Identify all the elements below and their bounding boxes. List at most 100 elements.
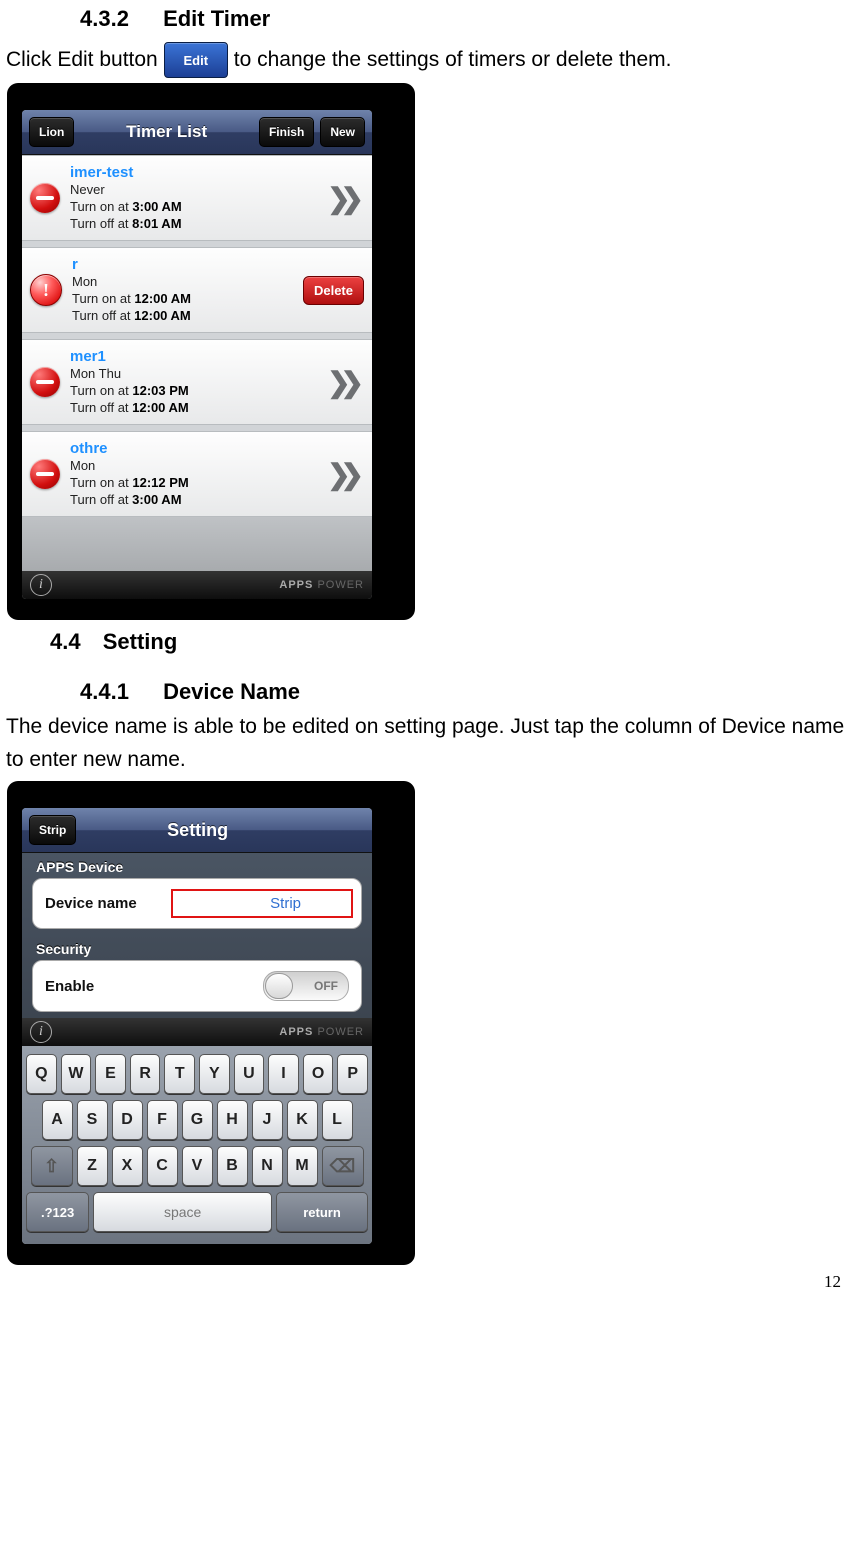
timer-repeat: Mon Thu <box>70 366 327 383</box>
minus-icon[interactable] <box>30 367 60 397</box>
key-x[interactable]: X <box>112 1146 143 1186</box>
alert-icon[interactable]: ! <box>30 274 62 306</box>
finish-button[interactable]: Finish <box>259 117 314 147</box>
timer-row-body: mer1Mon ThuTurn on at 12:03 PMTurn off a… <box>70 347 327 417</box>
keyboard: QWERTYUIOP ASDFGHJKL ⇧ ZXCVBNM ⌫ .?123 s… <box>22 1046 372 1244</box>
key-q[interactable]: Q <box>26 1054 57 1094</box>
shift-key[interactable]: ⇧ <box>31 1146 73 1186</box>
info-icon[interactable]: i <box>30 574 52 596</box>
brand-label: APPS POWER <box>279 579 364 591</box>
heading-title: Device Name <box>163 679 300 704</box>
timer-repeat: Never <box>70 182 327 199</box>
key-i[interactable]: I <box>268 1054 299 1094</box>
timer-off: Turn off at 12:00 AM <box>70 400 327 417</box>
key-w[interactable]: W <box>61 1054 92 1094</box>
timer-row[interactable]: ! rMonTurn on at 12:00 AMTurn off at 12:0… <box>22 247 372 333</box>
enable-toggle[interactable]: OFF <box>263 971 349 1001</box>
timer-row[interactable]: othreMonTurn on at 12:12 PMTurn off at 3… <box>22 431 372 517</box>
key-s[interactable]: S <box>77 1100 108 1140</box>
timer-row[interactable]: imer-testNeverTurn on at 3:00 AMTurn off… <box>22 155 372 241</box>
device-name-label: Device name <box>45 895 137 912</box>
chevron-right-icon[interactable]: ❯❯ <box>327 182 364 215</box>
nav-title: Timer List <box>74 122 259 142</box>
space-key[interactable]: space <box>93 1192 272 1232</box>
timer-on: Turn on at 12:00 AM <box>72 291 303 308</box>
minus-icon[interactable] <box>30 459 60 489</box>
key-j[interactable]: J <box>252 1100 283 1140</box>
backspace-key[interactable]: ⌫ <box>322 1146 364 1186</box>
enable-cell: Enable OFF <box>33 961 361 1011</box>
setting-body: APPS Device Device name Strip Security E… <box>22 853 372 1046</box>
back-button[interactable]: Strip <box>29 815 76 845</box>
timer-off: Turn off at 12:00 AM <box>72 308 303 325</box>
delete-button[interactable]: Delete <box>303 276 364 305</box>
info-icon[interactable]: i <box>30 1021 52 1043</box>
device-name-highlight: Strip <box>171 889 353 918</box>
key-r[interactable]: R <box>130 1054 161 1094</box>
numbers-key[interactable]: .?123 <box>26 1192 89 1232</box>
key-g[interactable]: G <box>182 1100 213 1140</box>
brand-label: APPS POWER <box>279 1026 364 1038</box>
device-name-value: Strip <box>270 895 301 912</box>
key-u[interactable]: U <box>234 1054 265 1094</box>
footer-bar: i APPS POWER <box>22 1018 372 1046</box>
security-cell-group: Enable OFF <box>32 960 362 1012</box>
key-m[interactable]: M <box>287 1146 318 1186</box>
timer-list: imer-testNeverTurn on at 3:00 AMTurn off… <box>22 155 372 517</box>
brand-b: POWER <box>317 579 364 591</box>
key-k[interactable]: K <box>287 1100 318 1140</box>
chevron-right-icon[interactable]: ❯❯ <box>327 366 364 399</box>
timer-off: Turn off at 8:01 AM <box>70 216 327 233</box>
heading-4-4-1: 4.4.1 Device Name <box>80 679 859 705</box>
back-button[interactable]: Lion <box>29 117 74 147</box>
key-h[interactable]: H <box>217 1100 248 1140</box>
key-z[interactable]: Z <box>77 1146 108 1186</box>
key-y[interactable]: Y <box>199 1054 230 1094</box>
device-name-paragraph: The device name is able to be edited on … <box>6 711 859 776</box>
keyboard-row-1: QWERTYUIOP <box>26 1054 368 1094</box>
key-t[interactable]: T <box>164 1054 195 1094</box>
footer-bar: i APPS POWER <box>22 571 372 599</box>
key-d[interactable]: D <box>112 1100 143 1140</box>
section-security: Security <box>22 935 372 960</box>
heading-number: 4.3.2 <box>80 6 129 31</box>
heading-4-4: 4.4 Setting <box>50 629 859 655</box>
brand-b: POWER <box>317 1026 364 1038</box>
key-l[interactable]: L <box>322 1100 353 1140</box>
key-c[interactable]: C <box>147 1146 178 1186</box>
timer-row-body: rMonTurn on at 12:00 AMTurn off at 12:00… <box>72 255 303 325</box>
keyboard-row-4: .?123 space return <box>26 1192 368 1232</box>
phone-frame-timer-list: Lion Timer List Finish New imer-testNeve… <box>8 84 414 619</box>
key-a[interactable]: A <box>42 1100 73 1140</box>
navbar: Lion Timer List Finish New <box>22 110 372 155</box>
return-key[interactable]: return <box>276 1192 368 1232</box>
timer-off: Turn off at 3:00 AM <box>70 492 327 509</box>
keyboard-row-2: ASDFGHJKL <box>26 1100 368 1140</box>
timer-name: mer1 <box>70 347 327 367</box>
timer-on: Turn on at 12:12 PM <box>70 475 327 492</box>
nav-title: Setting <box>76 820 319 841</box>
key-e[interactable]: E <box>95 1054 126 1094</box>
chevron-right-icon[interactable]: ❯❯ <box>327 458 364 491</box>
text-fragment: Click Edit button <box>6 48 158 72</box>
key-v[interactable]: V <box>182 1146 213 1186</box>
heading-4-3-2: 4.3.2 Edit Timer <box>80 6 859 32</box>
page-number: 12 <box>824 1272 841 1292</box>
timer-row[interactable]: mer1Mon ThuTurn on at 12:03 PMTurn off a… <box>22 339 372 425</box>
key-o[interactable]: O <box>303 1054 334 1094</box>
brand-a: APPS <box>279 579 313 591</box>
new-button[interactable]: New <box>320 117 365 147</box>
nav-right-group: Finish New <box>259 117 365 147</box>
navbar: Strip Setting <box>22 808 372 853</box>
key-f[interactable]: F <box>147 1100 178 1140</box>
key-n[interactable]: N <box>252 1146 283 1186</box>
key-b[interactable]: B <box>217 1146 248 1186</box>
device-name-cell[interactable]: Device name Strip <box>33 879 361 928</box>
timer-repeat: Mon <box>70 458 327 475</box>
timer-on: Turn on at 12:03 PM <box>70 383 327 400</box>
key-p[interactable]: P <box>337 1054 368 1094</box>
timer-name: r <box>72 255 303 275</box>
timer-name: othre <box>70 439 327 459</box>
minus-icon[interactable] <box>30 183 60 213</box>
phone-frame-setting: Strip Setting APPS Device Device name St… <box>8 782 414 1264</box>
